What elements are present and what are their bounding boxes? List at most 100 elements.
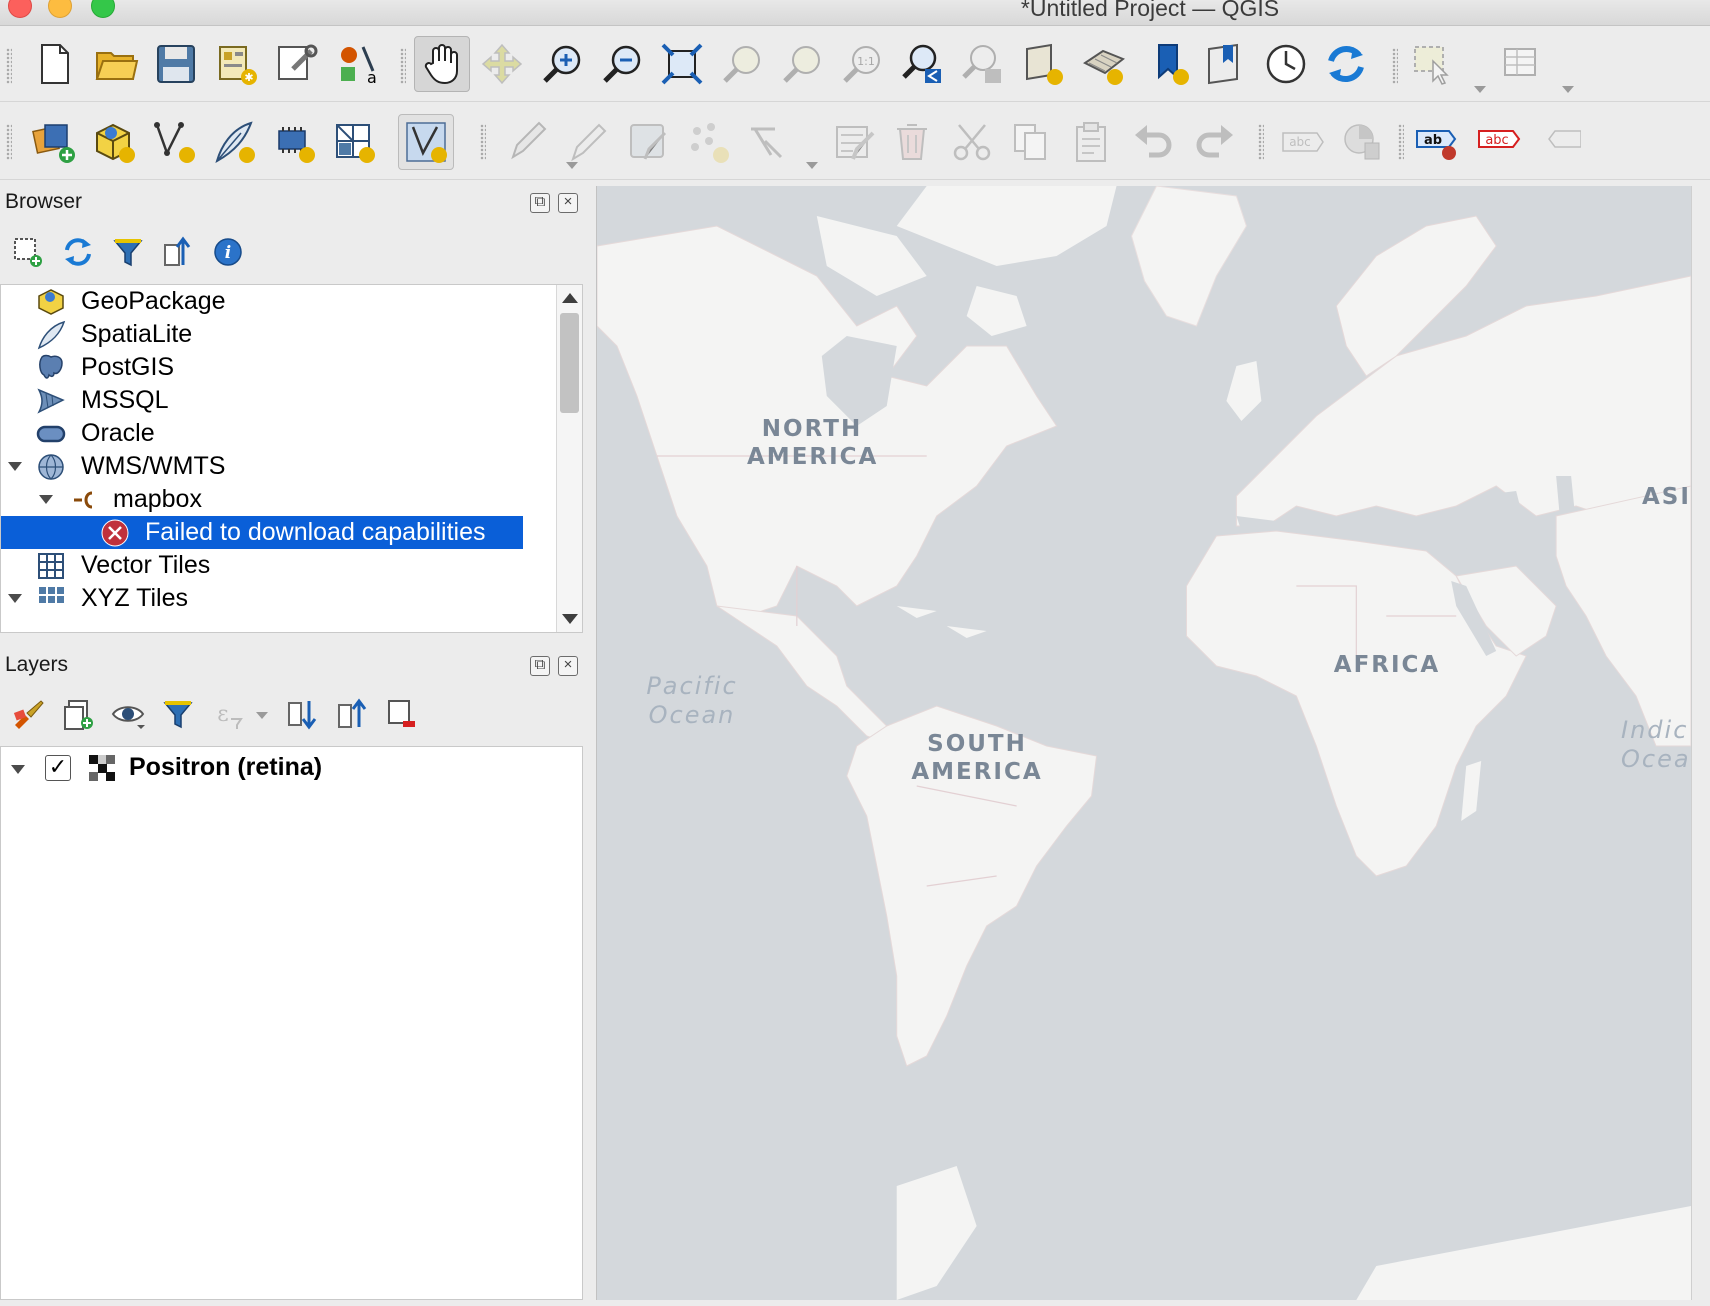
open-project-icon[interactable]	[88, 36, 144, 92]
zoom-out-icon[interactable]	[594, 36, 650, 92]
paste-features-icon[interactable]	[1064, 114, 1120, 170]
zoom-to-selection-icon[interactable]	[714, 36, 770, 92]
filter-legend-icon[interactable]	[158, 694, 198, 734]
show-bookmarks-icon[interactable]	[1198, 36, 1254, 92]
tree-item-xyz-tiles[interactable]: XYZ Tiles	[1, 582, 561, 615]
new-map-view-icon[interactable]	[1016, 36, 1072, 92]
save-edits-icon[interactable]	[620, 114, 676, 170]
zoom-in-icon[interactable]	[534, 36, 590, 92]
new-temporary-layer-icon[interactable]	[266, 114, 322, 170]
highlight-pinned-labels-icon[interactable]: ab	[1410, 114, 1466, 170]
vertex-tool-icon[interactable]	[740, 114, 796, 170]
tree-item-geopackage[interactable]: GeoPackage	[1, 285, 561, 318]
diagram-icon[interactable]	[1334, 114, 1390, 170]
browser-tree[interactable]: GeoPackage SpatiaLite PostGIS MSSQL Orac…	[0, 284, 583, 633]
layout-manager-icon[interactable]	[268, 36, 324, 92]
refresh-icon[interactable]	[58, 232, 98, 272]
tree-item-spatialite[interactable]: SpatiaLite	[1, 318, 561, 351]
add-group-icon[interactable]	[58, 694, 98, 734]
zoom-to-layer-icon[interactable]	[774, 36, 830, 92]
scrollbar-thumb[interactable]	[560, 313, 579, 413]
vector-tiles-icon	[35, 551, 67, 581]
print-layout-icon[interactable]: ✱	[208, 36, 264, 92]
chevron-down-icon[interactable]	[8, 594, 22, 603]
float-panel-icon[interactable]: ⧉	[530, 193, 550, 213]
tree-item-vector-tiles[interactable]: Vector Tiles	[1, 549, 561, 582]
cut-features-icon[interactable]	[944, 114, 1000, 170]
data-source-manager-icon[interactable]	[26, 114, 82, 170]
layer-item-positron[interactable]: ✓ Positron (retina)	[1, 747, 582, 787]
current-edits-icon[interactable]	[500, 114, 556, 170]
toolbar-grip[interactable]	[1258, 124, 1264, 160]
new-shapefile-layer-icon[interactable]	[146, 114, 202, 170]
tree-item-mapbox[interactable]: mapbox	[1, 483, 561, 516]
tree-item-wms-wmts[interactable]: WMS/WMTS	[1, 450, 561, 483]
collapse-all-icon[interactable]	[332, 694, 372, 734]
save-project-icon[interactable]	[148, 36, 204, 92]
modify-attributes-icon[interactable]	[826, 114, 882, 170]
zoom-full-icon[interactable]	[654, 36, 710, 92]
close-panel-icon[interactable]: ×	[558, 656, 578, 676]
filter-icon[interactable]	[108, 232, 148, 272]
pan-to-selection-icon[interactable]	[474, 36, 530, 92]
zoom-last-icon[interactable]	[894, 36, 950, 92]
toggle-editing-icon[interactable]	[560, 114, 616, 170]
tree-item-postgis[interactable]: PostGIS	[1, 351, 561, 384]
layer-visibility-checkbox[interactable]: ✓	[45, 755, 71, 781]
layer-labeling-icon[interactable]: abc	[1274, 114, 1330, 170]
collapse-all-icon[interactable]	[158, 232, 198, 272]
zoom-next-icon[interactable]	[954, 36, 1010, 92]
scroll-up-icon[interactable]	[562, 293, 578, 303]
undo-icon[interactable]	[1126, 114, 1182, 170]
digitize-vertex-icon[interactable]	[398, 114, 454, 170]
expand-all-icon[interactable]	[282, 694, 322, 734]
open-layer-styling-icon[interactable]	[8, 694, 48, 734]
select-features-icon[interactable]	[1404, 36, 1460, 92]
scroll-down-icon[interactable]	[562, 614, 578, 624]
tree-item-error[interactable]: Failed to download capabilities	[1, 516, 523, 549]
pan-hand-icon[interactable]	[414, 36, 470, 92]
chevron-down-icon[interactable]	[1474, 86, 1486, 93]
zoom-native-icon[interactable]: 1:1	[834, 36, 890, 92]
chevron-down-icon[interactable]	[256, 712, 268, 719]
float-panel-icon[interactable]: ⧉	[530, 656, 550, 676]
toolbar-grip[interactable]	[6, 124, 12, 160]
new-spatialite-layer-icon[interactable]	[206, 114, 262, 170]
toolbar-grip[interactable]	[6, 48, 12, 84]
info-icon[interactable]: i	[208, 232, 248, 272]
temporal-controller-icon[interactable]	[1258, 36, 1314, 92]
copy-features-icon[interactable]	[1004, 114, 1060, 170]
tree-item-oracle[interactable]: Oracle	[1, 417, 561, 450]
chevron-down-icon[interactable]	[806, 162, 818, 169]
show-hide-labels-icon[interactable]	[1530, 114, 1586, 170]
chevron-down-icon[interactable]	[8, 462, 22, 471]
close-panel-icon[interactable]: ×	[558, 193, 578, 213]
map-canvas[interactable]: NORTHAMERICA SOUTHAMERICA AFRICA ASIA Pa…	[596, 186, 1691, 1300]
toolbar-grip[interactable]	[1398, 124, 1404, 160]
remove-layer-icon[interactable]	[382, 694, 422, 734]
chevron-down-icon[interactable]	[11, 765, 25, 774]
browser-scrollbar[interactable]	[556, 285, 582, 632]
new-virtual-layer-icon[interactable]	[326, 114, 382, 170]
layers-tree[interactable]: ✓ Positron (retina)	[0, 746, 583, 1300]
pin-labels-icon[interactable]: abc	[1470, 114, 1526, 170]
toolbar-grip[interactable]	[400, 48, 406, 84]
refresh-icon[interactable]	[1318, 36, 1374, 92]
filter-by-expression-icon[interactable]: ε	[208, 694, 248, 734]
redo-icon[interactable]	[1186, 114, 1242, 170]
chevron-down-icon[interactable]	[1562, 86, 1574, 93]
toolbar-grip[interactable]	[1392, 48, 1398, 84]
manage-visibility-icon[interactable]	[108, 694, 148, 734]
chevron-down-icon[interactable]	[39, 495, 53, 504]
new-project-icon[interactable]	[26, 36, 82, 92]
delete-selected-icon[interactable]	[884, 114, 940, 170]
add-feature-icon[interactable]	[680, 114, 736, 170]
tree-item-mssql[interactable]: MSSQL	[1, 384, 561, 417]
open-attribute-table-icon[interactable]	[1494, 36, 1550, 92]
toolbar-grip[interactable]	[480, 124, 486, 160]
new-geopackage-layer-icon[interactable]	[86, 114, 142, 170]
new-spatial-bookmark-icon[interactable]	[1142, 36, 1198, 92]
style-manager-icon[interactable]: a	[328, 36, 384, 92]
add-selected-layers-icon[interactable]	[8, 232, 48, 272]
new-3d-map-view-icon[interactable]	[1076, 36, 1132, 92]
